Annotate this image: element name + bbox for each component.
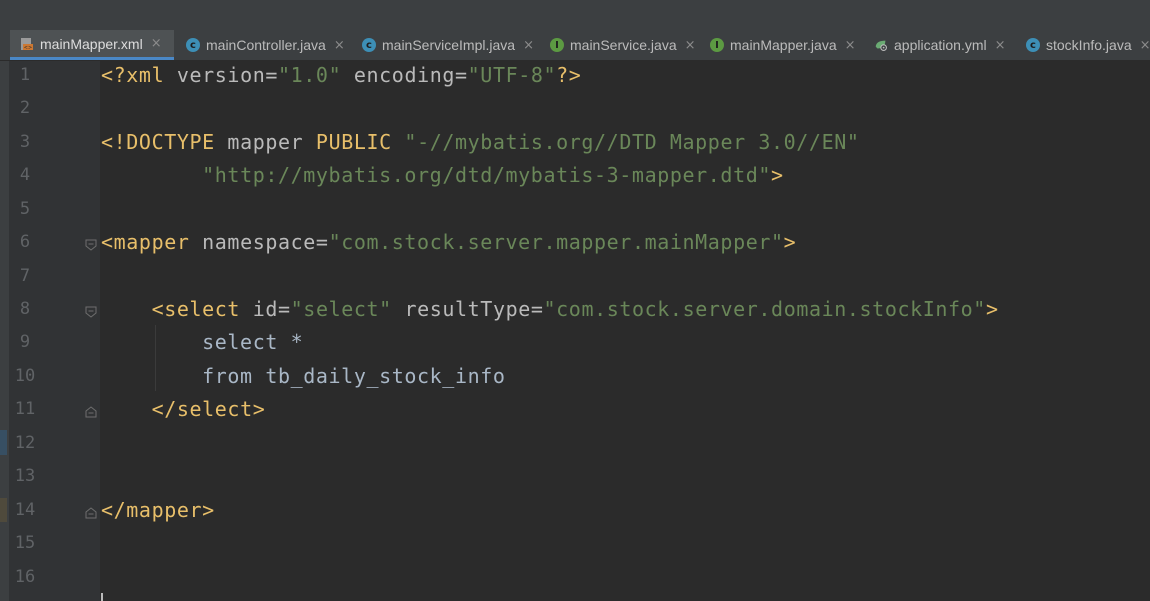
- close-icon[interactable]: ×: [334, 38, 345, 53]
- close-icon[interactable]: ×: [523, 38, 534, 53]
- select-close-tag: </select>: [151, 397, 266, 421]
- attr-encoding: encoding=: [353, 63, 468, 87]
- close-icon[interactable]: ×: [685, 38, 696, 53]
- change-marker-strip: [0, 61, 9, 601]
- doctype-tag: <!DOCTYPE: [101, 130, 228, 154]
- value-version: "1.0": [278, 63, 342, 87]
- doctype-public-id: "-//mybatis.org//DTD Mapper 3.0//EN": [404, 130, 860, 154]
- class-icon: c: [1026, 38, 1040, 52]
- attr-resultType: resultType=: [404, 297, 544, 321]
- code-line-9: select *: [101, 330, 304, 354]
- value-encoding: "UTF-8": [467, 63, 557, 87]
- line-number: 5: [19, 199, 31, 219]
- mapper-open-close: >: [783, 230, 797, 254]
- text-caret: [101, 593, 103, 601]
- doctype-system-url: "http://mybatis.org/dtd/mybatis-3-mapper…: [202, 163, 771, 187]
- line-number: 15: [14, 533, 36, 553]
- close-icon[interactable]: ×: [151, 36, 162, 51]
- code-line-4: "http://mybatis.org/dtd/mybatis-3-mapper…: [101, 159, 784, 192]
- title-bar: [0, 0, 1150, 31]
- attr-version: version=: [176, 63, 278, 87]
- code-line-14: </mapper>: [101, 494, 215, 527]
- xml-declaration-open: <?xml: [101, 63, 177, 87]
- svg-text:<>: <>: [24, 45, 32, 51]
- class-icon: c: [186, 38, 200, 52]
- interface-icon: I: [550, 38, 564, 52]
- mapper-close-tag: </mapper>: [101, 498, 215, 522]
- code-line-8: <select id="select" resultType="com.stoc…: [101, 293, 999, 326]
- tab-stockInfo-java[interactable]: c stockInfo.java ×: [1022, 30, 1150, 60]
- code-line-10: from tb_daily_stock_info: [101, 364, 506, 388]
- tab-label: mainService.java: [570, 37, 677, 53]
- doctype-public: PUBLIC: [315, 130, 405, 154]
- tab-mainService-java[interactable]: I mainService.java ×: [546, 30, 702, 60]
- fold-close-icon[interactable]: [85, 403, 97, 418]
- fold-open-icon[interactable]: [85, 303, 97, 318]
- mapper-open-tag: <mapper: [101, 230, 203, 254]
- line-number: 16: [14, 567, 36, 587]
- line-number: 4: [19, 165, 31, 185]
- select-open-close: >: [985, 297, 999, 321]
- line-number: 11: [14, 399, 36, 419]
- tab-mainMapper-java[interactable]: I mainMapper.java ×: [706, 30, 870, 60]
- close-icon[interactable]: ×: [845, 38, 856, 53]
- line-number: 13: [14, 466, 36, 486]
- tab-label: mainMapper.xml: [40, 35, 143, 52]
- code-line-11: </select>: [101, 393, 265, 426]
- value-namespace: "com.stock.server.mapper.mainMapper": [328, 230, 784, 254]
- select-open-tag: <select: [151, 297, 253, 321]
- line-number: 9: [19, 332, 31, 352]
- code-line-3: <!DOCTYPE mapper PUBLIC "-//mybatis.org/…: [101, 126, 860, 159]
- interface-icon: I: [710, 38, 724, 52]
- change-marker: [0, 430, 7, 455]
- attr-id: id=: [252, 297, 291, 321]
- close-icon[interactable]: ×: [1140, 38, 1150, 53]
- change-marker: [0, 498, 7, 522]
- yml-file-icon: [874, 38, 888, 52]
- line-number: 2: [19, 98, 31, 118]
- tab-label: mainController.java: [206, 37, 326, 53]
- value-resultType: "com.stock.server.domain.stockInfo": [543, 297, 986, 321]
- line-number: 1: [19, 65, 31, 85]
- tab-label: application.yml: [894, 37, 987, 53]
- line-number: 12: [14, 433, 36, 453]
- line-number: 3: [19, 132, 31, 152]
- fold-close-icon[interactable]: [85, 504, 97, 519]
- code-line-1: <?xml version="1.0" encoding="UTF-8"?>: [101, 59, 581, 92]
- line-number: 10: [14, 366, 36, 386]
- value-id: "select": [290, 297, 392, 321]
- tab-label: mainServiceImpl.java: [382, 37, 516, 53]
- tab-application-yml[interactable]: application.yml ×: [870, 30, 1020, 60]
- tab-label: mainMapper.java: [730, 37, 837, 53]
- line-number: 14: [14, 500, 36, 520]
- xml-declaration-close: ?>: [556, 63, 582, 87]
- doctype-name: mapper: [227, 130, 316, 154]
- class-icon: c: [362, 38, 376, 52]
- fold-open-icon[interactable]: [85, 236, 97, 251]
- code-line-6: <mapper namespace="com.stock.server.mapp…: [101, 226, 796, 259]
- line-number: 8: [19, 299, 31, 319]
- line-number: 6: [19, 232, 31, 252]
- xml-file-icon: <>: [20, 37, 34, 51]
- editor-tab-bar: <> mainMapper.xml × c mainController.jav…: [0, 30, 1150, 61]
- line-number: 7: [19, 266, 31, 286]
- attr-namespace: namespace=: [202, 230, 329, 254]
- close-icon[interactable]: ×: [995, 38, 1006, 53]
- tab-mainMapper-xml[interactable]: <> mainMapper.xml ×: [10, 30, 174, 60]
- tab-label: stockInfo.java: [1046, 37, 1132, 53]
- tab-mainServiceImpl-java[interactable]: c mainServiceImpl.java ×: [358, 30, 540, 60]
- doctype-close: >: [771, 163, 784, 187]
- tab-mainController-java[interactable]: c mainController.java ×: [182, 30, 352, 60]
